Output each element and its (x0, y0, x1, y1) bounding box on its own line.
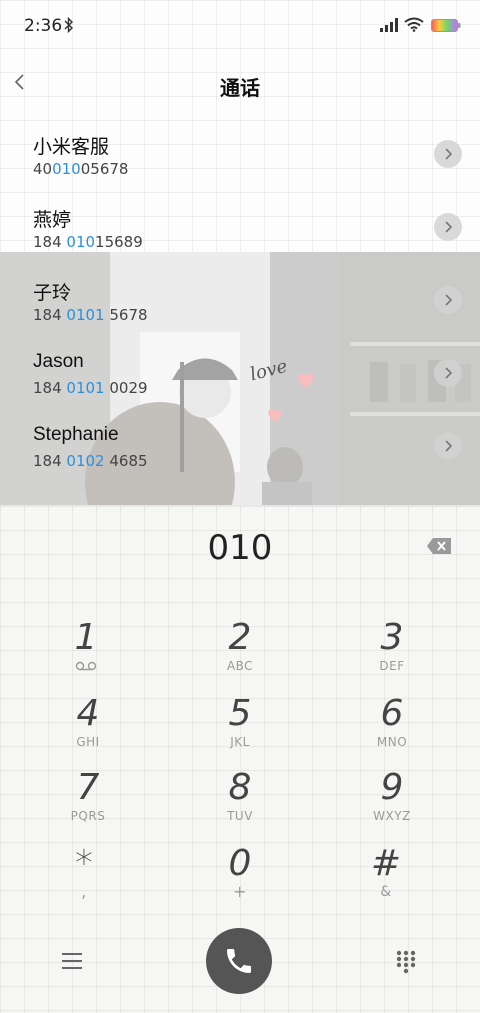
contact-number: 184 0101 5678 (33, 306, 148, 324)
key-digit: 9 (380, 767, 404, 808)
key-1[interactable]: 1 (26, 618, 146, 688)
number-suffix: 0029 (104, 379, 148, 397)
dial-input[interactable]: 010 (0, 528, 480, 568)
key-letters: PQRS (70, 809, 106, 823)
contact-row[interactable]: Jason 184 0101 0029 (0, 337, 480, 410)
battery-icon (431, 19, 461, 32)
dialpad-panel: 010 1 2 ABC 3 DEF 4 GHI 5 JKL 6 MNO 7 PQ… (0, 505, 480, 1013)
contact-number: 4001005678 (33, 160, 128, 178)
contact-row[interactable]: Stephanie 184 0102 4685 (0, 410, 480, 483)
key-digit: 5 (228, 693, 252, 734)
contact-detail-button[interactable] (434, 359, 462, 387)
contact-name: 小米客服 (33, 137, 110, 158)
key-0[interactable]: 0 + (180, 844, 300, 914)
key-letters: ABC (226, 659, 254, 673)
number-match: 0101 (66, 306, 105, 324)
phone-icon (227, 949, 251, 973)
key-digit: 2 (228, 617, 252, 658)
key-star[interactable]: * , (24, 844, 144, 914)
key-hash[interactable]: # & (326, 844, 446, 914)
key-letters: JKL (230, 735, 250, 749)
number-match: 010 (52, 160, 81, 178)
key-digit: 6 (380, 693, 404, 734)
number-match: 0101 (66, 379, 105, 397)
key-digit: 7 (76, 767, 100, 808)
keypad-icon[interactable] (396, 950, 416, 974)
key-digit: 8 (228, 767, 252, 808)
key-letters: & (380, 884, 392, 900)
number-prefix: 184 (33, 233, 67, 251)
backspace-icon[interactable] (426, 537, 452, 555)
number-suffix: 4685 (104, 452, 148, 470)
key-letters: + (233, 882, 247, 901)
number-suffix: 05678 (80, 160, 129, 178)
wifi-icon (404, 17, 424, 32)
contact-number: 184 01015689 (33, 233, 143, 251)
key-7[interactable]: 7 PQRS (28, 768, 148, 838)
chevron-right-icon (445, 440, 453, 452)
key-6[interactable]: 6 MNO (332, 694, 452, 764)
contact-detail-button[interactable] (434, 432, 462, 460)
number-prefix: 184 (33, 306, 67, 324)
key-digit: 3 (380, 617, 404, 658)
key-letters: DEF (379, 659, 405, 673)
status-bar: 2:36 (0, 0, 480, 54)
status-time: 2:36 (24, 16, 63, 36)
number-suffix: 5678 (104, 306, 148, 324)
key-8[interactable]: 8 TUV (180, 768, 300, 838)
contact-number: 184 0101 0029 (33, 379, 148, 397)
key-digit: 1 (74, 617, 98, 658)
contact-name: Stephanie (33, 424, 119, 445)
chevron-right-icon (445, 367, 453, 379)
key-letters: GHI (76, 735, 100, 749)
number-match: 010 (66, 233, 96, 251)
key-2[interactable]: 2 ABC (180, 618, 300, 688)
page-title: 通话 (220, 78, 260, 100)
key-digit: * (75, 843, 93, 884)
chevron-right-icon (445, 294, 453, 306)
contact-detail-button[interactable] (434, 213, 462, 241)
key-3[interactable]: 3 DEF (332, 618, 452, 688)
contact-name: Jason (33, 351, 84, 372)
key-5[interactable]: 5 JKL (180, 694, 300, 764)
key-letters: TUV (227, 809, 253, 823)
contact-name: 燕婷 (33, 210, 72, 231)
number-match: 0102 (66, 452, 105, 470)
key-digit: # (370, 843, 402, 884)
call-button[interactable] (206, 928, 272, 994)
contact-row[interactable]: 子玲 184 0101 5678 (0, 264, 480, 337)
contact-name: 子玲 (33, 283, 72, 304)
contact-detail-button[interactable] (434, 140, 462, 168)
contact-detail-button[interactable] (434, 286, 462, 314)
number-prefix: 40 (33, 160, 53, 178)
bluetooth-icon (64, 17, 73, 33)
key-4[interactable]: 4 GHI (28, 694, 148, 764)
number-prefix: 184 (33, 379, 67, 397)
contact-row[interactable]: 燕婷 184 01015689 (0, 191, 480, 264)
voicemail-icon (75, 661, 97, 671)
key-letters: WXYZ (373, 809, 411, 823)
key-9[interactable]: 9 WXYZ (332, 768, 452, 838)
number-prefix: 184 (33, 452, 67, 470)
chevron-right-icon (445, 221, 453, 233)
signal-icon (380, 18, 398, 32)
number-suffix: 15689 (95, 233, 143, 251)
key-digit: 4 (76, 693, 100, 734)
contact-row[interactable]: 小米客服 4001005678 (0, 118, 480, 191)
key-letters: MNO (376, 735, 408, 749)
contact-number: 184 0102 4685 (33, 452, 148, 470)
chevron-right-icon (445, 148, 453, 160)
key-digit: 0 (228, 843, 252, 884)
header: 通话 (0, 54, 480, 114)
menu-icon[interactable] (62, 952, 84, 970)
key-letters: , (81, 882, 87, 901)
